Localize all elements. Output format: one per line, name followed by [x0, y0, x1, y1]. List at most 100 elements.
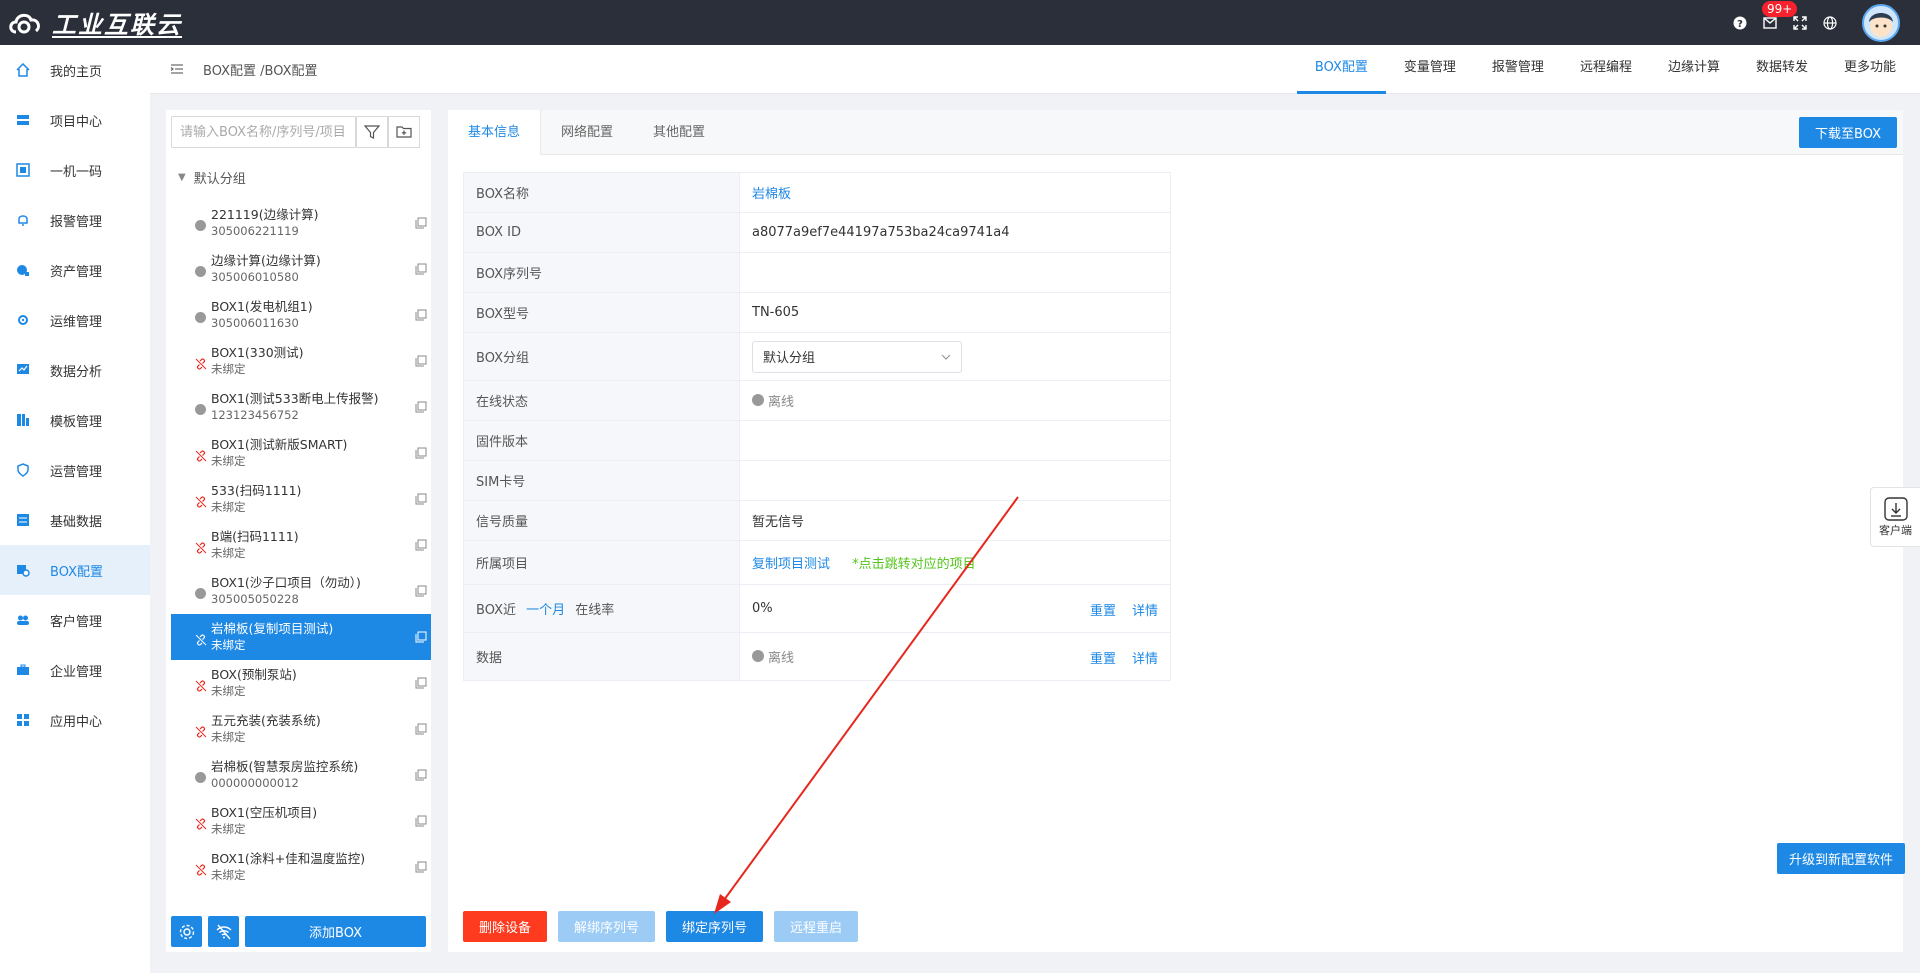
globe-icon[interactable] — [1822, 15, 1838, 31]
delete-device-button[interactable]: 删除设备 — [463, 911, 548, 942]
sidebar-item-12[interactable]: 企业管理 — [0, 645, 150, 695]
box-list-item[interactable]: 边缘计算(边缘计算) 305006010580 — [171, 246, 431, 292]
sidebar-item-3[interactable]: 报警管理 — [0, 195, 150, 245]
box-list-item[interactable]: BOX1(330测试) 未绑定 — [171, 338, 431, 384]
shield-icon — [16, 463, 30, 477]
box-list-item[interactable]: BOX1(沙子口项目（勿动）) 305005050228 — [171, 568, 431, 614]
fullscreen-icon[interactable] — [1792, 15, 1808, 31]
bind-serial-button[interactable]: 绑定序列号 — [666, 911, 764, 942]
module-tab-5[interactable]: 数据转发 — [1738, 45, 1826, 94]
box-list-item[interactable]: 岩棉板(复制项目测试) 未绑定 — [171, 614, 431, 660]
box-name: 岩棉板(智慧泵房监控系统) — [211, 759, 359, 774]
content-tab-0[interactable]: 基本信息 — [448, 110, 542, 155]
sidebar-item-10[interactable]: BOX配置 — [0, 545, 150, 595]
sidebar-item-5[interactable]: 运维管理 — [0, 295, 150, 345]
copy-icon[interactable] — [415, 723, 427, 735]
sidebar-item-13[interactable]: 应用中心 — [0, 695, 150, 745]
copy-icon[interactable] — [415, 355, 427, 367]
row-serial: BOX序列号 — [463, 252, 1171, 293]
sidebar-item-1[interactable]: 项目中心 — [0, 95, 150, 145]
period-link[interactable]: 一个月 — [526, 603, 565, 618]
project-hint: *点击跳转对应的项目 — [852, 557, 976, 572]
box-list-item[interactable]: 岩棉板(智慧泵房监控系统) 000000000012 — [171, 752, 431, 798]
upgrade-config-software-button[interactable]: 升级到新配置软件 — [1776, 843, 1905, 874]
copy-icon[interactable] — [415, 585, 427, 597]
remote-reboot-button[interactable]: 远程重启 — [774, 911, 859, 942]
sidebar-item-7[interactable]: 模板管理 — [0, 395, 150, 445]
online-rate-reset-link[interactable]: 重置 — [1090, 600, 1116, 619]
online-rate-detail-link[interactable]: 详情 — [1132, 600, 1158, 619]
sidebar-item-0[interactable]: 我的主页 — [0, 45, 150, 95]
data-detail-link[interactable]: 详情 — [1132, 648, 1158, 667]
serial-value — [739, 252, 1171, 293]
box-name: 岩棉板(复制项目测试) — [211, 621, 334, 636]
copy-icon[interactable] — [415, 769, 427, 781]
download-to-box-button[interactable]: 下载至BOX — [1799, 117, 1897, 148]
filter-button[interactable] — [356, 116, 388, 148]
help-icon[interactable]: ? — [1732, 15, 1748, 31]
box-list-item[interactable]: BOX1(涂料+佳和温度监控) 未绑定 — [171, 844, 431, 890]
firmware-value — [739, 420, 1171, 461]
box-name: B端(扫码1111) — [211, 529, 299, 544]
box-search-input[interactable] — [171, 116, 356, 148]
module-tabs: BOX配置 变量管理 报警管理 远程编程 边缘计算 数据转发 更多功能 — [1296, 45, 1914, 94]
module-tab-6[interactable]: 更多功能 — [1826, 45, 1914, 94]
copy-icon[interactable] — [415, 447, 427, 459]
sidebar-item-6[interactable]: 数据分析 — [0, 345, 150, 395]
content-tab-2[interactable]: 其他配置 — [633, 110, 725, 154]
project-link[interactable]: 复制项目测试 — [752, 557, 830, 572]
sidebar-item-11[interactable]: 客户管理 — [0, 595, 150, 645]
box-list-item[interactable]: BOX1(测试533断电上传报警) 123123456752 — [171, 384, 431, 430]
box-list-item[interactable]: BOX1(空压机项目) 未绑定 — [171, 798, 431, 844]
unbind-serial-button[interactable]: 解绑序列号 — [558, 911, 656, 942]
group-default[interactable]: ▼ 默认分组 — [178, 168, 246, 187]
logo[interactable]: 工业互联云 — [6, 5, 182, 40]
module-tab-0[interactable]: BOX配置 — [1296, 45, 1386, 94]
row-firmware: 固件版本 — [463, 420, 1171, 461]
copy-icon[interactable] — [415, 539, 427, 551]
wifi-off-button[interactable] — [208, 916, 239, 947]
box-list-item[interactable]: BOX1(发电机组1) 305006011630 — [171, 292, 431, 338]
download-icon — [1883, 497, 1908, 521]
sidebar-item-label: 报警管理 — [50, 214, 103, 230]
copy-icon[interactable] — [415, 309, 427, 321]
box-list-item[interactable]: 221119(边缘计算) 305006221119 — [171, 200, 431, 246]
box-list-item[interactable]: BOX(预制泵站) 未绑定 — [171, 660, 431, 706]
add-folder-button[interactable] — [388, 116, 420, 148]
module-tab-1[interactable]: 变量管理 — [1386, 45, 1474, 94]
settings-button[interactable] — [171, 916, 202, 947]
content-tab-1[interactable]: 网络配置 — [541, 110, 633, 154]
box-list-item[interactable]: B端(扫码1111) 未绑定 — [171, 522, 431, 568]
online-status-text: 离线 — [768, 394, 795, 410]
sidebar-item-2[interactable]: 一机一码 — [0, 145, 150, 195]
sidebar-item-label: BOX配置 — [50, 564, 103, 580]
module-tab-2[interactable]: 报警管理 — [1474, 45, 1562, 94]
box-name-link[interactable]: 岩棉板 — [752, 187, 791, 202]
copy-icon[interactable] — [415, 401, 427, 413]
menu-fold-icon[interactable] — [170, 62, 184, 76]
copy-icon[interactable] — [415, 263, 427, 275]
copy-icon[interactable] — [415, 217, 427, 229]
client-download-float[interactable]: 客户端 — [1870, 487, 1920, 547]
sidebar-item-9[interactable]: 基础数据 — [0, 495, 150, 545]
avatar[interactable] — [1862, 3, 1900, 42]
copy-icon[interactable] — [415, 815, 427, 827]
sidebar-item-4[interactable]: 资产管理 — [0, 245, 150, 295]
add-box-button[interactable]: 添加BOX — [245, 916, 426, 947]
box-serial: 123123456752 — [211, 408, 299, 422]
group-select[interactable]: 默认分组 — [752, 340, 962, 373]
copy-icon[interactable] — [415, 493, 427, 505]
copy-icon[interactable] — [415, 677, 427, 689]
box-list-item[interactable]: BOX1(测试新版SMART) 未绑定 — [171, 430, 431, 476]
data-reset-link[interactable]: 重置 — [1090, 648, 1116, 667]
module-tab-4[interactable]: 边缘计算 — [1650, 45, 1738, 94]
sidebar-item-8[interactable]: 运营管理 — [0, 445, 150, 495]
copy-icon[interactable] — [415, 861, 427, 873]
copy-icon[interactable] — [415, 631, 427, 643]
mail-icon[interactable]: 99+ — [1762, 0, 1798, 31]
module-tab-3[interactable]: 远程编程 — [1562, 45, 1650, 94]
box-name: BOX1(空压机项目) — [211, 805, 318, 820]
box-list-item[interactable]: BOX1(IO模块TN-102-N4) — [171, 890, 431, 905]
box-list-item[interactable]: 五元充装(充装系统) 未绑定 — [171, 706, 431, 752]
box-list-item[interactable]: 533(扫码1111) 未绑定 — [171, 476, 431, 522]
